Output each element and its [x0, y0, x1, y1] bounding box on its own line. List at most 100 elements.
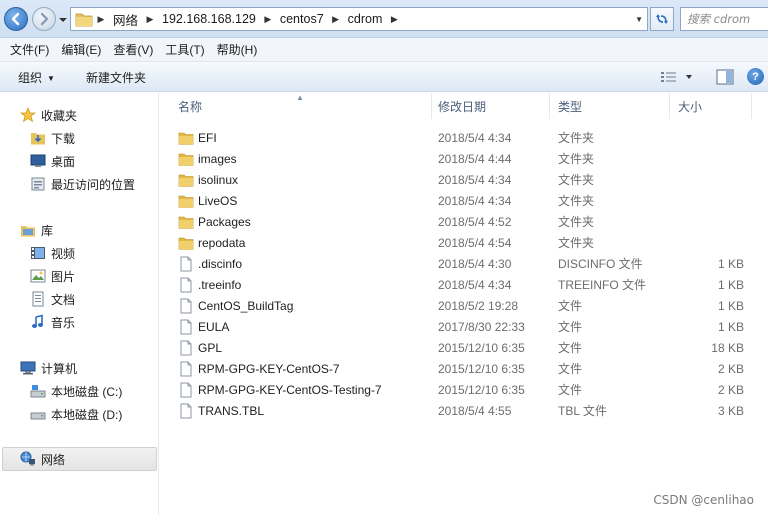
- file-name-cell: LiveOS: [178, 190, 237, 211]
- arrow-right-icon: [40, 12, 49, 26]
- nav-videos[interactable]: 视频: [30, 242, 75, 264]
- file-name-cell: Packages: [178, 211, 251, 232]
- folder-icon: [178, 153, 194, 166]
- file-size: 3 KB: [717, 403, 744, 418]
- file-row[interactable]: RPM-GPG-KEY-CentOS-Testing-7 2015/12/10 6…: [160, 379, 768, 400]
- nav-network[interactable]: 网络: [20, 448, 65, 470]
- file-row[interactable]: EULA 2017/8/30 22:33 文件 1 KB: [160, 316, 768, 337]
- search-box[interactable]: [680, 7, 768, 31]
- file-name-cell: RPM-GPG-KEY-CentOS-7: [178, 358, 340, 379]
- file-type: 文件: [558, 320, 583, 334]
- file-name: Packages: [198, 214, 251, 229]
- menu-file[interactable]: 文件(F): [4, 41, 55, 58]
- file-size: 18 KB: [711, 340, 744, 355]
- nav-recent-places[interactable]: 最近访问的位置: [30, 173, 135, 195]
- file-date: 2018/5/4 4:34: [438, 193, 512, 208]
- nav-drive-d[interactable]: 本地磁盘 (D:): [30, 403, 122, 425]
- file-name: .discinfo: [198, 256, 243, 271]
- file-row[interactable]: .treeinfo 2018/5/4 4:34 TREEINFO 文件 1 KB: [160, 274, 768, 295]
- file-type: 文件夹: [558, 215, 595, 229]
- file-icon: [180, 361, 192, 376]
- file-name-cell: TRANS.TBL: [178, 400, 264, 421]
- file-row[interactable]: images 2018/5/4 4:44 文件夹: [160, 148, 768, 169]
- breadcrumb-separator-icon[interactable]: ▶: [93, 14, 109, 25]
- nav-drive-c[interactable]: 本地磁盘 (C:): [30, 380, 122, 402]
- menu-view[interactable]: 查看(V): [107, 41, 159, 58]
- folder-icon: [178, 195, 194, 208]
- nav-pictures[interactable]: 图片: [30, 265, 75, 287]
- search-input[interactable]: [687, 9, 768, 29]
- column-header-type[interactable]: 类型: [550, 93, 670, 119]
- pictures-icon: [30, 269, 46, 283]
- file-type: DISCINFO 文件: [558, 257, 643, 271]
- file-row[interactable]: .discinfo 2018/5/4 4:30 DISCINFO 文件 1 KB: [160, 253, 768, 274]
- nav-downloads[interactable]: 下载: [30, 127, 75, 149]
- nav-desktop[interactable]: 桌面: [30, 150, 75, 172]
- menu-edit[interactable]: 编辑(E): [55, 41, 107, 58]
- file-row[interactable]: CentOS_BuildTag 2018/5/2 19:28 文件 1 KB: [160, 295, 768, 316]
- forward-button[interactable]: [32, 7, 56, 31]
- file-size: 1 KB: [717, 298, 744, 313]
- column-header-size-label: 大小: [678, 99, 703, 114]
- menu-help[interactable]: 帮助(H): [211, 41, 264, 58]
- file-type: 文件: [558, 299, 583, 313]
- column-header-size[interactable]: 大小: [670, 93, 752, 119]
- file-row[interactable]: repodata 2018/5/4 4:54 文件夹: [160, 232, 768, 253]
- downloads-folder-icon: [31, 133, 45, 145]
- preview-pane-icon: [716, 69, 734, 85]
- breadcrumb-current[interactable]: cdrom: [344, 12, 387, 26]
- breadcrumb-separator-icon[interactable]: ▶: [260, 14, 276, 25]
- file-type: TBL 文件: [558, 404, 607, 418]
- new-folder-button[interactable]: 新建文件夹: [86, 69, 146, 86]
- refresh-button[interactable]: [650, 7, 674, 31]
- nav-computer[interactable]: 计算机: [20, 357, 77, 379]
- file-size: 1 KB: [717, 319, 744, 334]
- file-icon: [180, 256, 192, 271]
- file-row[interactable]: RPM-GPG-KEY-CentOS-7 2015/12/10 6:35 文件 2 K…: [160, 358, 768, 379]
- breadcrumb-separator-icon[interactable]: ▶: [142, 14, 158, 25]
- file-date: 2018/5/4 4:34: [438, 130, 512, 145]
- nav-libraries[interactable]: 库: [20, 219, 53, 241]
- folder-icon: [178, 132, 194, 145]
- file-row[interactable]: TRANS.TBL 2018/5/4 4:55 TBL 文件 3 KB: [160, 400, 768, 421]
- file-row[interactable]: EFI 2018/5/4 4:34 文件夹: [160, 127, 768, 148]
- breadcrumb-network[interactable]: 网络: [109, 10, 142, 29]
- file-row[interactable]: GPL 2015/12/10 6:35 文件 18 KB: [160, 337, 768, 358]
- file-row[interactable]: Packages 2018/5/4 4:52 文件夹: [160, 211, 768, 232]
- nav-music[interactable]: 音乐: [30, 311, 75, 333]
- organize-button[interactable]: 组织 ▼: [18, 69, 55, 86]
- breadcrumb-share[interactable]: centos7: [276, 12, 328, 26]
- nav-documents[interactable]: 文档: [30, 288, 75, 310]
- file-row[interactable]: LiveOS 2018/5/4 4:34 文件夹: [160, 190, 768, 211]
- file-size: [678, 169, 744, 190]
- folder-icon: [178, 216, 194, 229]
- file-icon: [180, 382, 192, 397]
- file-size: 1 KB: [717, 277, 744, 292]
- file-date: 2015/12/10 6:35: [438, 361, 525, 376]
- column-header-date[interactable]: 修改日期: [430, 93, 550, 119]
- file-date: 2018/5/4 4:34: [438, 277, 512, 292]
- file-date: 2015/12/10 6:35: [438, 340, 525, 355]
- menu-tools[interactable]: 工具(T): [159, 41, 210, 58]
- file-date: 2018/5/4 4:54: [438, 235, 512, 250]
- file-name-cell: isolinux: [178, 169, 238, 190]
- file-type: 文件夹: [558, 131, 595, 145]
- address-history-chevron-icon[interactable]: ▼: [635, 15, 643, 24]
- breadcrumb-separator-icon[interactable]: ▶: [386, 14, 402, 25]
- network-icon: [20, 451, 35, 466]
- nav-desktop-label: 桌面: [51, 154, 76, 169]
- address-bar[interactable]: ▶ 网络 ▶ 192.168.168.129 ▶ centos7 ▶ cdrom…: [70, 7, 648, 31]
- help-button[interactable]: ?: [747, 68, 764, 85]
- breadcrumb-separator-icon[interactable]: ▶: [328, 14, 344, 25]
- watermark: CSDN @cenlihao: [653, 493, 754, 507]
- nav-favorites[interactable]: 收藏夹: [20, 104, 77, 126]
- back-button[interactable]: [4, 7, 28, 31]
- hard-drive-icon: [30, 412, 46, 420]
- breadcrumb-host[interactable]: 192.168.168.129: [158, 12, 260, 26]
- nav-libraries-label: 库: [41, 223, 54, 238]
- preview-pane-button[interactable]: [716, 69, 734, 85]
- file-row[interactable]: isolinux 2018/5/4 4:34 文件夹: [160, 169, 768, 190]
- change-view-button[interactable]: [660, 69, 698, 85]
- recent-pages-button[interactable]: [58, 14, 68, 24]
- nav-documents-label: 文档: [51, 292, 76, 307]
